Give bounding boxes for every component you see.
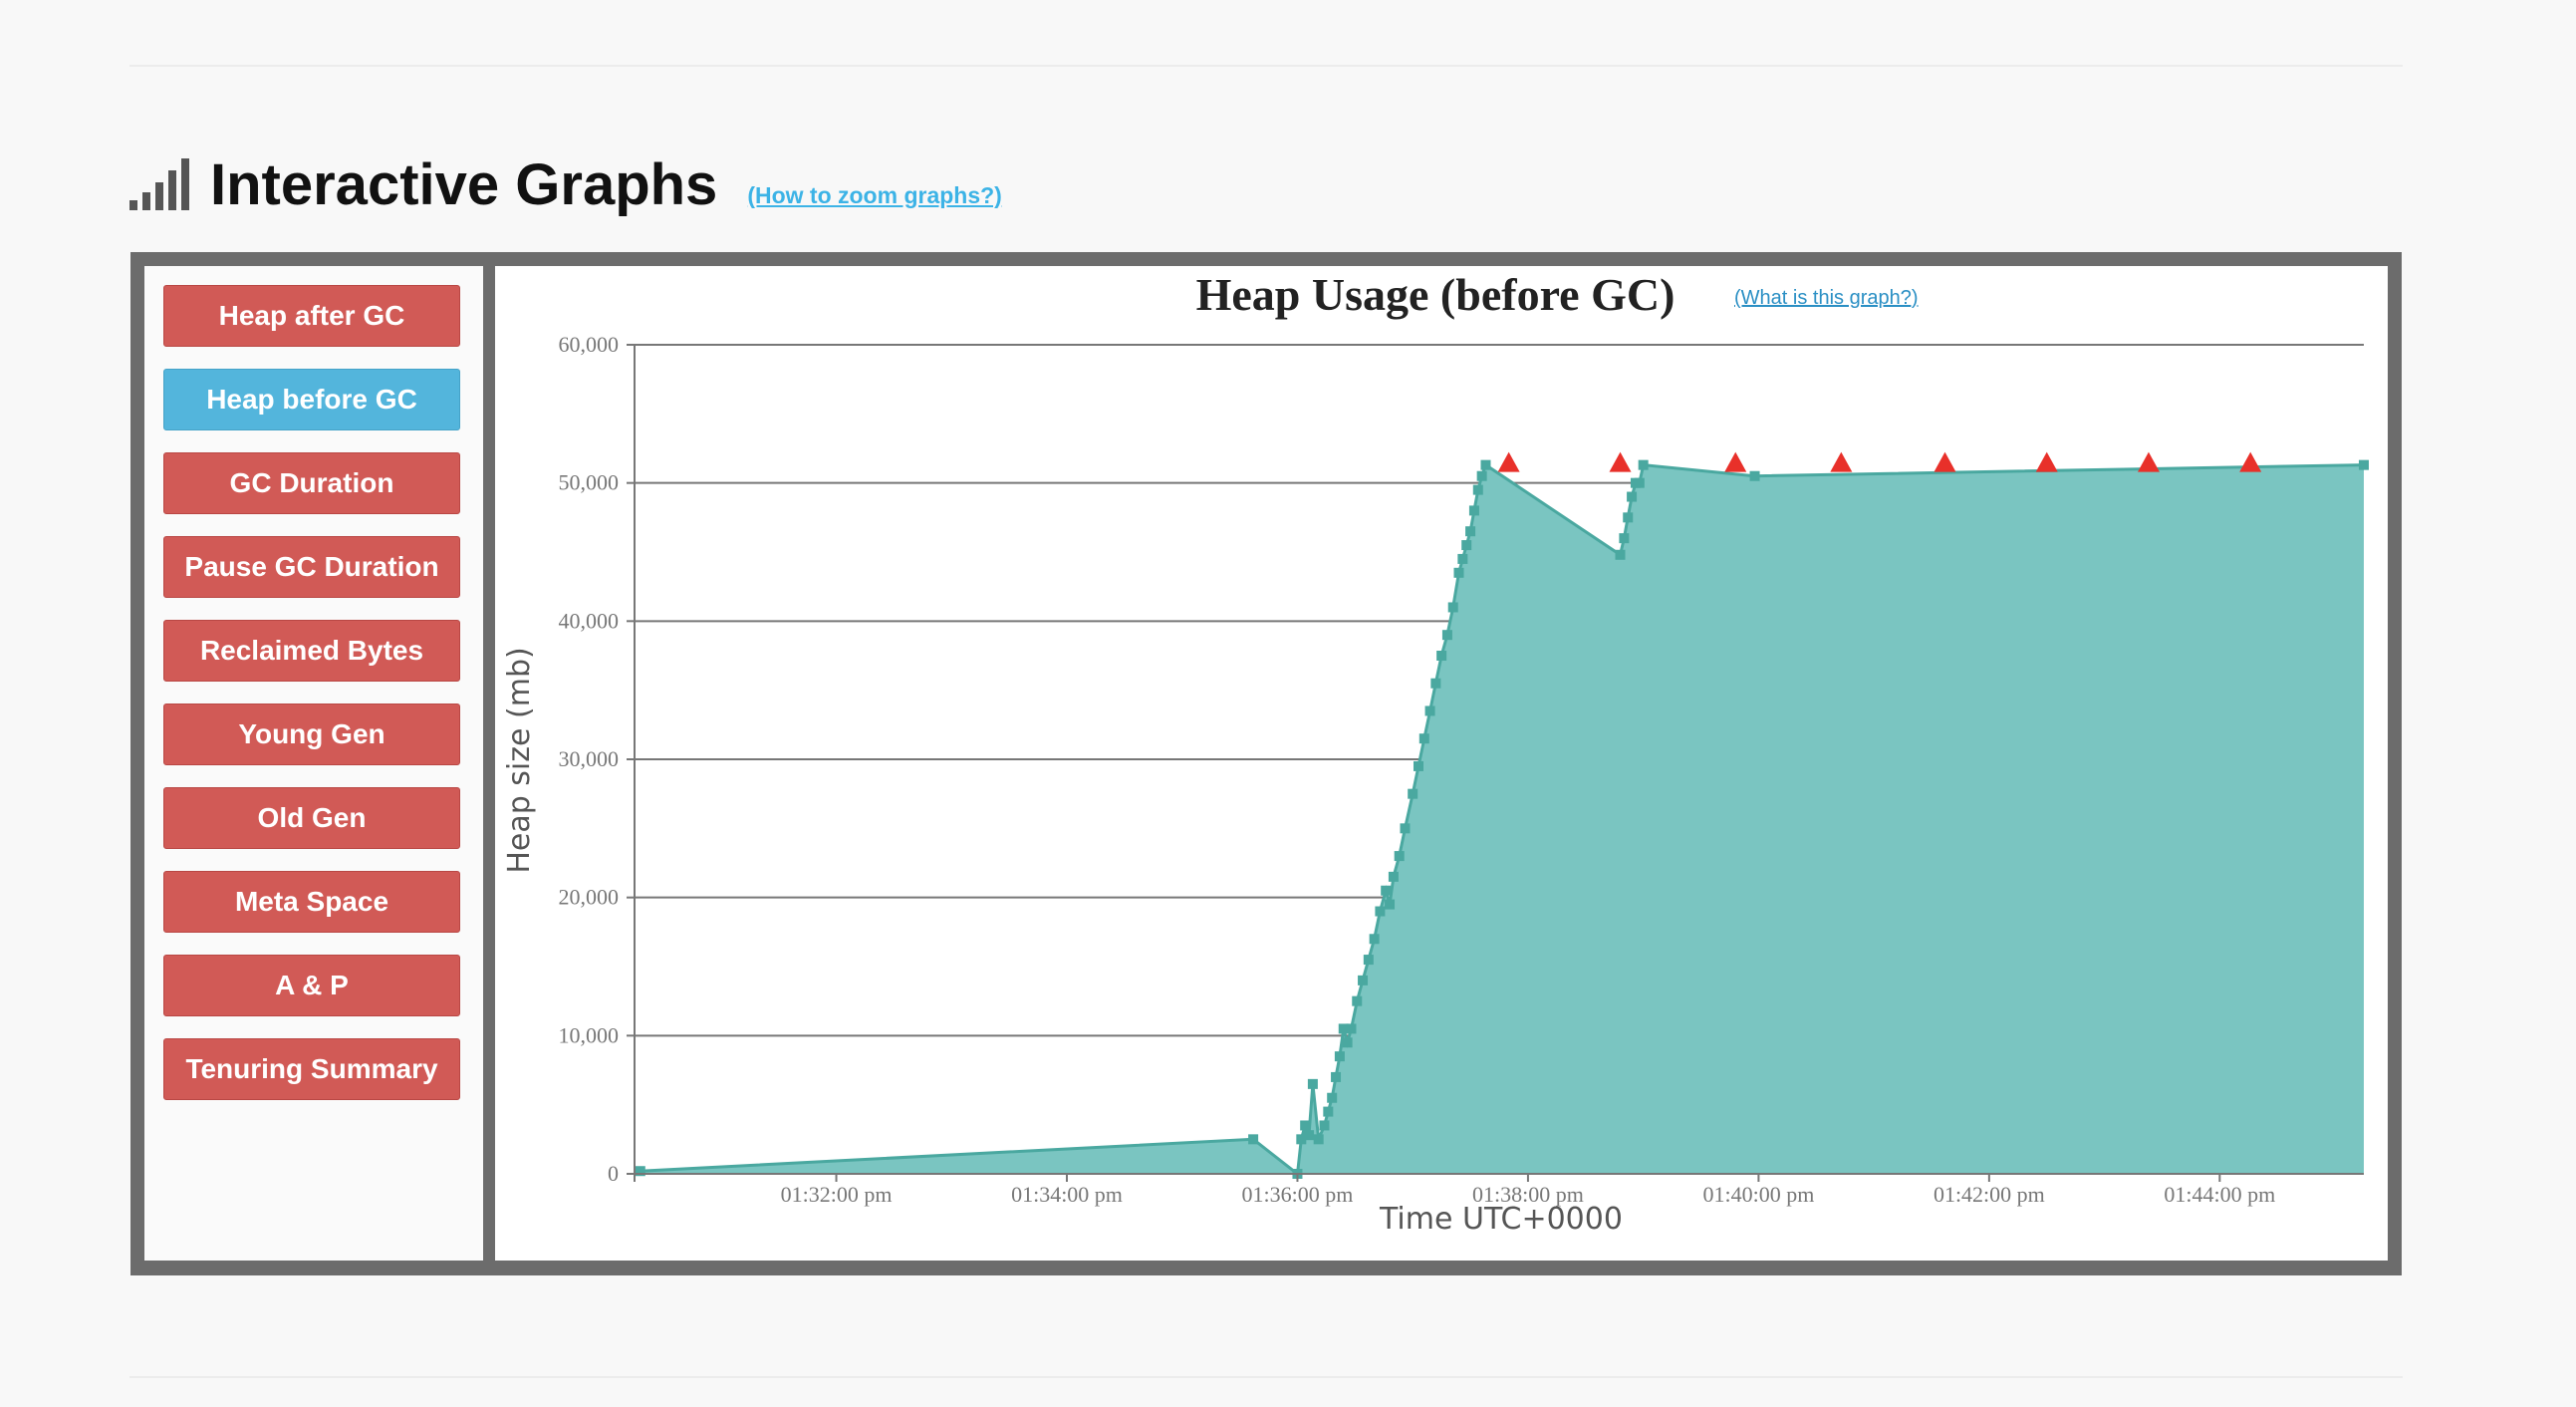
- data-point-marker: [1480, 459, 1491, 470]
- gc-duration-button[interactable]: GC Duration: [163, 452, 460, 514]
- data-point-marker: [1465, 526, 1476, 537]
- y-tick-label: 30,000: [559, 746, 620, 771]
- data-point-marker: [1461, 540, 1472, 551]
- data-point-marker: [1342, 1037, 1353, 1048]
- graph-frame: Heap after GC Heap before GC GC Duration…: [130, 252, 2402, 1275]
- y-tick-label: 50,000: [559, 470, 620, 495]
- data-point-marker: [1749, 470, 1760, 481]
- data-point-marker: [1453, 567, 1464, 578]
- old-gen-button[interactable]: Old Gen: [163, 787, 460, 849]
- y-tick-label: 0: [608, 1161, 619, 1186]
- heap-usage-chart[interactable]: Heap Usage (before GC) (What is this gra…: [495, 266, 2388, 1261]
- x-tick-label: 01:32:00 pm: [781, 1182, 893, 1207]
- data-point-marker: [1468, 505, 1479, 516]
- data-point-marker: [1430, 678, 1441, 689]
- data-point-marker: [1441, 630, 1452, 641]
- data-point-marker: [1375, 906, 1386, 917]
- full-gc-marker: [1609, 451, 1632, 472]
- y-tick-label: 40,000: [559, 608, 620, 633]
- what-is-this-graph-link[interactable]: (What is this graph?): [1734, 287, 1919, 309]
- heap-after-gc-button[interactable]: Heap after GC: [163, 285, 460, 347]
- y-tick-label: 20,000: [559, 885, 620, 910]
- meta-space-button[interactable]: Meta Space: [163, 871, 460, 933]
- data-point-marker: [1424, 705, 1435, 716]
- data-point-marker: [1307, 1078, 1318, 1089]
- data-point-marker: [1400, 823, 1411, 834]
- x-tick-label: 01:44:00 pm: [2164, 1182, 2275, 1207]
- data-point-marker: [1447, 602, 1458, 613]
- young-gen-button[interactable]: Young Gen: [163, 704, 460, 765]
- data-point-marker: [1385, 899, 1396, 910]
- data-point-marker: [2359, 459, 2369, 470]
- full-gc-marker: [1933, 451, 1956, 472]
- data-point-marker: [1394, 851, 1405, 862]
- y-axis-label: Heap size (mb): [502, 647, 537, 873]
- data-point-marker: [1323, 1106, 1334, 1117]
- data-point-marker: [1472, 484, 1483, 495]
- data-point-marker: [1352, 995, 1363, 1006]
- x-axis-label: Time UTC+0000: [1379, 1202, 1623, 1237]
- reclaimed-bytes-button[interactable]: Reclaimed Bytes: [163, 620, 460, 682]
- data-point-marker: [1413, 760, 1423, 771]
- data-point-marker: [1327, 1092, 1338, 1103]
- data-point-marker: [1457, 553, 1468, 564]
- data-point-marker: [1319, 1120, 1330, 1131]
- x-tick-label: 01:42:00 pm: [1933, 1182, 2045, 1207]
- y-tick-label: 10,000: [559, 1022, 620, 1047]
- x-tick-label: 01:36:00 pm: [1242, 1182, 1354, 1207]
- bottom-divider: [129, 1376, 2403, 1378]
- data-point-marker: [1248, 1134, 1259, 1145]
- heap-before-gc-button[interactable]: Heap before GC: [163, 369, 460, 430]
- data-point-marker: [1313, 1134, 1324, 1145]
- pause-gc-duration-button[interactable]: Pause GC Duration: [163, 536, 460, 598]
- top-divider: [129, 65, 2403, 67]
- data-point-marker: [1418, 733, 1429, 744]
- section-header: Interactive Graphs (How to zoom graphs?): [129, 149, 1002, 219]
- data-point-marker: [1381, 885, 1392, 896]
- data-point-marker: [1619, 533, 1630, 544]
- x-tick-label: 01:34:00 pm: [1011, 1182, 1123, 1207]
- data-point-marker: [1623, 512, 1634, 523]
- signal-bars-icon: [129, 158, 194, 210]
- data-point-marker: [1408, 788, 1418, 799]
- data-point-marker: [1634, 477, 1645, 488]
- full-gc-marker: [1497, 451, 1520, 472]
- data-point-marker: [1638, 459, 1649, 470]
- data-point-marker: [1369, 934, 1380, 945]
- full-gc-marker: [1724, 451, 1747, 472]
- data-point-marker: [1436, 651, 1447, 661]
- a-and-p-button[interactable]: A & P: [163, 955, 460, 1016]
- heap-area-fill: [640, 464, 2365, 1175]
- x-tick-label: 01:40:00 pm: [1702, 1182, 1814, 1207]
- data-point-marker: [1304, 1130, 1315, 1141]
- data-point-marker: [1363, 955, 1374, 966]
- data-point-marker: [1358, 975, 1369, 985]
- chart-panel: Heap Usage (before GC) (What is this gra…: [495, 266, 2388, 1261]
- data-point-marker: [1346, 1023, 1357, 1034]
- data-point-marker: [1615, 549, 1626, 560]
- full-gc-marker: [2035, 451, 2058, 472]
- data-point-marker: [1334, 1051, 1345, 1062]
- tenuring-summary-button[interactable]: Tenuring Summary: [163, 1038, 460, 1100]
- full-gc-marker: [2137, 451, 2160, 472]
- data-point-marker: [1627, 491, 1638, 502]
- data-point-marker: [1476, 470, 1487, 481]
- chart-title: Heap Usage (before GC): [1196, 269, 1675, 320]
- page-title: Interactive Graphs: [210, 151, 718, 217]
- graph-selector-sidebar: Heap after GC Heap before GC GC Duration…: [144, 266, 483, 1261]
- data-point-marker: [1388, 871, 1399, 882]
- data-point-marker: [1331, 1071, 1342, 1082]
- full-gc-marker: [1830, 451, 1853, 472]
- y-tick-label: 60,000: [559, 332, 620, 357]
- data-point-marker: [1300, 1120, 1311, 1131]
- zoom-help-link[interactable]: (How to zoom graphs?): [747, 182, 1002, 209]
- full-gc-marker: [2239, 451, 2262, 472]
